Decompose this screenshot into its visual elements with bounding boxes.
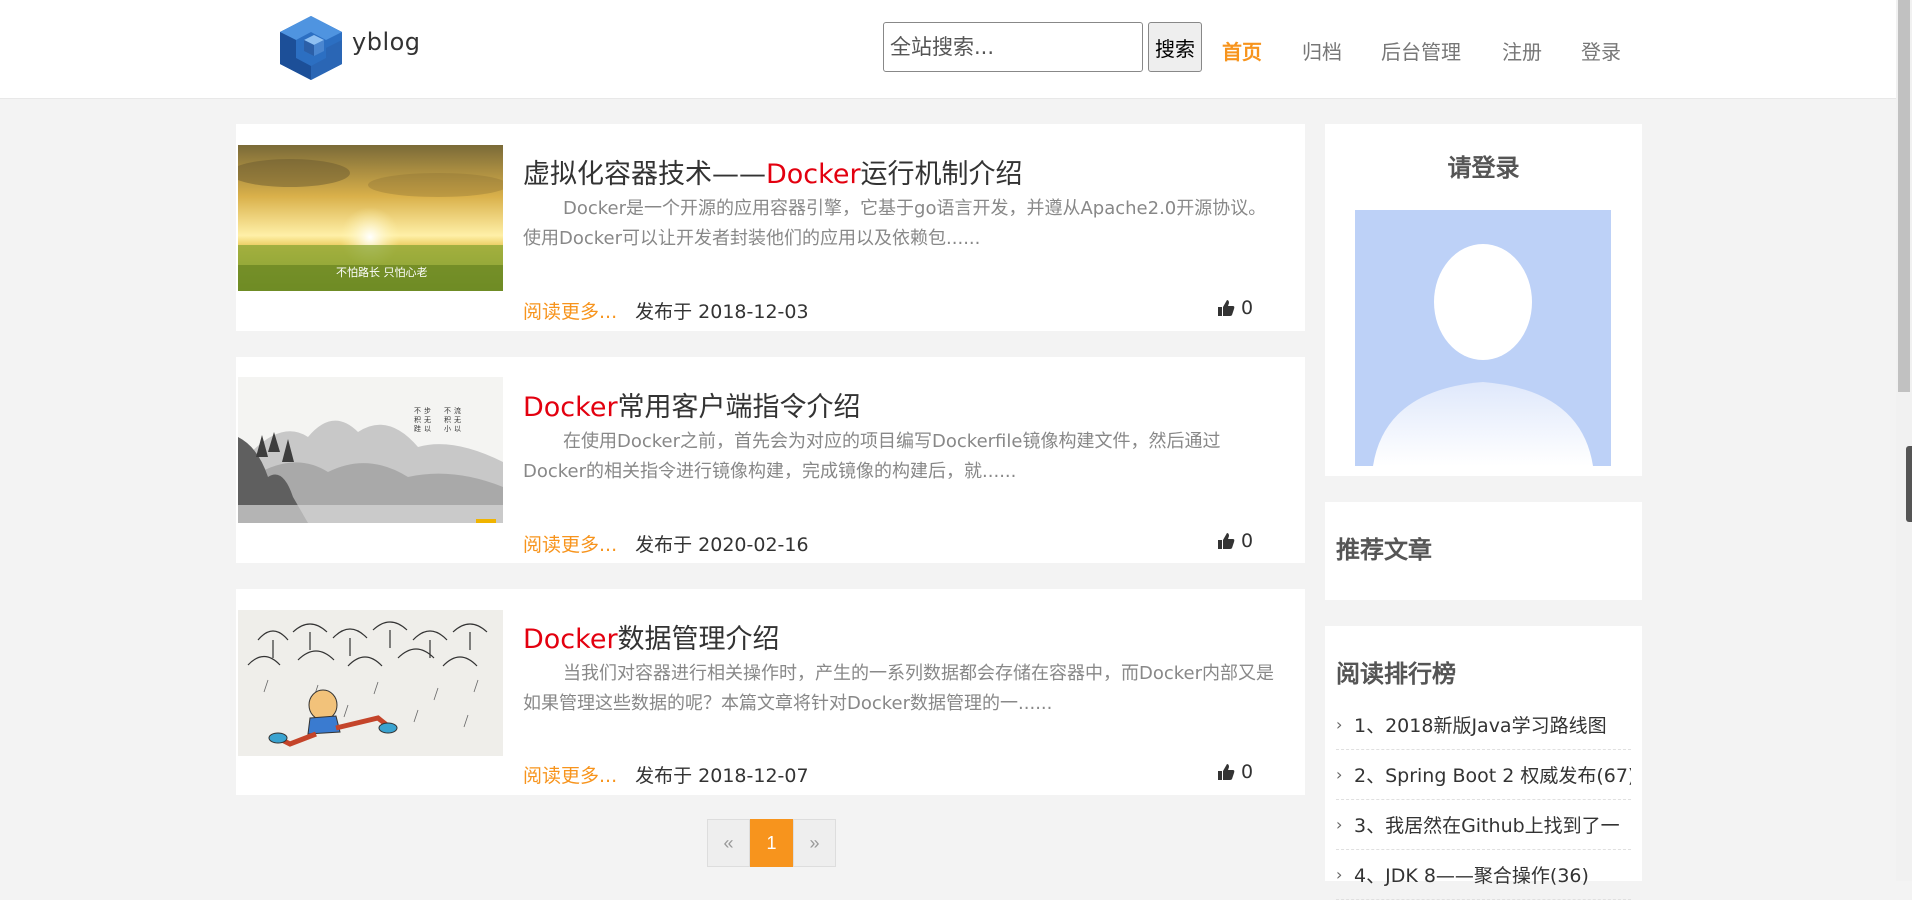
post-summary: Docker是一个开源的应用容器引擎，它基于go语言开发，并遵从Apache2.…	[523, 198, 1267, 249]
page-scrollbar[interactable]	[1896, 0, 1912, 881]
ranking-list: › 1、2018新版Java学习路线图 › 2、Spring Boot 2 权威发布…	[1336, 700, 1631, 900]
ranking-item[interactable]: › 2、Spring Boot 2 权威发布(67)	[1336, 750, 1631, 800]
title-text: 运行机制介绍	[860, 159, 1023, 190]
svg-text:以: 以	[424, 425, 431, 433]
post-summary: 当我们对容器进行相关操作时，产生的一系列数据都会存储在容器中，而Docker内部…	[523, 663, 1275, 714]
search-input[interactable]	[883, 22, 1143, 72]
site-logo[interactable]: yblog	[276, 14, 421, 82]
svg-text:小: 小	[444, 424, 451, 433]
read-more-link[interactable]: 阅读更多...	[523, 534, 617, 556]
search-button[interactable]: 搜索	[1148, 22, 1202, 72]
chevron-right-icon: ›	[1336, 765, 1343, 784]
title-text: 常用客户端指令介绍	[617, 392, 861, 423]
svg-text:无: 无	[454, 416, 461, 424]
post-title[interactable]: 虚拟化容器技术——Docker运行机制介绍	[523, 152, 1023, 191]
title-text: 虚拟化容器技术——	[523, 159, 766, 190]
page-prev-button[interactable]: «	[707, 819, 750, 867]
like-count: 0	[1241, 530, 1254, 552]
ranking-item[interactable]: › 4、JDK 8——聚合操作(36)	[1336, 850, 1631, 900]
post-meta: 阅读更多... 发布于 2018-12-03	[523, 297, 809, 324]
thumbs-up-icon	[1218, 764, 1235, 780]
svg-text:不: 不	[414, 407, 421, 415]
nav-home[interactable]: 首页	[1222, 36, 1262, 65]
ranking-title: 阅读排行榜	[1336, 660, 1456, 688]
logo-text: yblog	[352, 28, 421, 56]
ranking-item-label: 4、JDK 8——聚合操作(36)	[1354, 865, 1589, 887]
post-thumbnail[interactable]	[238, 610, 503, 756]
sunset-field-image: 不怕路长 只怕心老	[238, 145, 503, 291]
svg-text:不: 不	[444, 407, 451, 415]
like-count: 0	[1241, 297, 1254, 319]
scrollbar-thumb[interactable]	[1898, 0, 1910, 392]
title-highlight: Docker	[766, 159, 861, 190]
post-date: 发布于 2018-12-07	[635, 765, 809, 787]
nav-login[interactable]: 登录	[1581, 36, 1621, 65]
post-meta: 阅读更多... 发布于 2018-12-07	[523, 761, 809, 788]
post-card: 不积跬 步无以 不积小 流无以 Docker常用客户端指令介绍 在使用Docke…	[236, 357, 1305, 563]
post-thumbnail[interactable]: 不怕路长 只怕心老	[238, 145, 503, 291]
ranking-item[interactable]: › 3、我居然在Github上找到了一	[1336, 800, 1631, 850]
post-thumbnail[interactable]: 不积跬 步无以 不积小 流无以	[238, 377, 503, 523]
post-card: 不怕路长 只怕心老 虚拟化容器技术——Docker运行机制介绍 Docker是一…	[236, 124, 1305, 331]
svg-text:积: 积	[414, 415, 421, 424]
ranking-panel: 阅读排行榜 › 1、2018新版Java学习路线图 › 2、Spring Boot …	[1325, 626, 1642, 900]
chevron-right-icon: ›	[1336, 815, 1343, 834]
svg-text:步: 步	[424, 407, 431, 415]
svg-text:跬: 跬	[414, 424, 421, 433]
recommended-panel: 推荐文章	[1325, 502, 1642, 600]
title-highlight: Docker	[523, 392, 618, 423]
post-card: Docker数据管理介绍 当我们对容器进行相关操作时，产生的一系列数据都会存储在…	[236, 589, 1305, 795]
site-header: yblog 搜索 首页 归档 后台管理 注册 登录	[0, 0, 1896, 99]
thumbs-up-icon	[1218, 300, 1235, 316]
login-title[interactable]: 请登录	[1325, 148, 1642, 183]
svg-text:不怕路长 只怕心老: 不怕路长 只怕心老	[336, 266, 428, 279]
ranking-item-label: 1、2018新版Java学习路线图	[1354, 715, 1607, 737]
logo-cube-icon	[280, 16, 342, 80]
like-button[interactable]: 0	[1217, 530, 1253, 552]
title-text: 数据管理介绍	[617, 624, 780, 655]
svg-text:积: 积	[444, 415, 451, 424]
post-title[interactable]: Docker常用客户端指令介绍	[523, 385, 861, 424]
read-more-link[interactable]: 阅读更多...	[523, 765, 617, 787]
default-avatar-icon	[1355, 210, 1611, 466]
chevron-right-icon: ›	[1336, 715, 1343, 734]
read-more-link[interactable]: 阅读更多...	[523, 301, 617, 323]
post-date: 发布于 2020-02-16	[635, 534, 809, 556]
pagination: « 1 »	[707, 819, 836, 867]
thumbs-up-icon	[1218, 533, 1235, 549]
side-float-tab[interactable]	[1906, 446, 1912, 522]
ranking-item[interactable]: › 1、2018新版Java学习路线图	[1336, 700, 1631, 750]
svg-text:流: 流	[454, 406, 461, 415]
post-date: 发布于 2018-12-03	[635, 301, 809, 323]
svg-text:以: 以	[454, 425, 461, 433]
like-count: 0	[1241, 761, 1254, 783]
page-next-button[interactable]: »	[793, 819, 836, 867]
page-number-button[interactable]: 1	[750, 819, 793, 867]
post-summary: 在使用Docker之前，首先会为对应的项目编写Dockerfile镜像构建文件，…	[523, 431, 1221, 482]
rain-runner-image	[238, 610, 503, 756]
nav-register[interactable]: 注册	[1502, 36, 1542, 65]
post-meta: 阅读更多... 发布于 2020-02-16	[523, 530, 809, 557]
title-highlight: Docker	[523, 624, 618, 655]
ranking-item-label: 2、Spring Boot 2 权威发布(67)	[1354, 765, 1631, 787]
recommended-title: 推荐文章	[1336, 536, 1432, 564]
nav-archive[interactable]: 归档	[1302, 36, 1342, 65]
like-button[interactable]: 0	[1217, 297, 1253, 319]
svg-text:无: 无	[424, 416, 431, 424]
ranking-item-label: 3、我居然在Github上找到了一	[1354, 815, 1620, 837]
post-title[interactable]: Docker数据管理介绍	[523, 617, 780, 656]
login-panel: 请登录	[1325, 124, 1642, 476]
chevron-right-icon: ›	[1336, 865, 1343, 884]
nav-admin[interactable]: 后台管理	[1381, 36, 1461, 65]
ink-mountain-image: 不积跬 步无以 不积小 流无以	[238, 377, 503, 523]
like-button[interactable]: 0	[1217, 761, 1253, 783]
